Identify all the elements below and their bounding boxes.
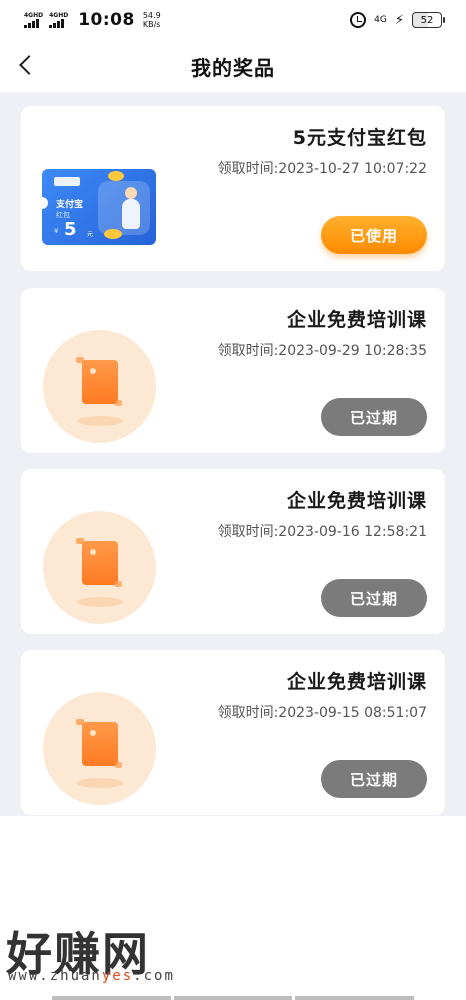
- book-shadow: [77, 597, 123, 607]
- back-arrow-icon[interactable]: [19, 55, 39, 75]
- status-left: 4GHD 4GHD 10:08 54.9 KB/s: [24, 10, 161, 30]
- prize-card[interactable]: 企业免费培训课 领取时间:2023-09-15 08:51:07 已过期: [21, 650, 445, 815]
- prize-title: 5元支付宝红包: [292, 127, 427, 149]
- watermark-url-a: www.zhuan: [8, 968, 102, 984]
- network-speed: 54.9 KB/s: [143, 11, 161, 29]
- prize-list: 支付宝 红包 ¥ 5 元 5元支付宝红包 领取时间:2023-10-27 10:…: [0, 92, 466, 816]
- speed-value: 54.9: [142, 11, 161, 20]
- book-tab-icon: [115, 581, 122, 587]
- prize-claim-time: 领取时间:2023-09-29 10:28:35: [217, 343, 427, 359]
- prize-title: 企业免费培训课: [286, 671, 427, 693]
- book-icon: [82, 541, 118, 585]
- prize-claim-time: 领取时间:2023-10-27 10:07:22: [217, 161, 427, 177]
- site-watermark: 好赚网 www.zhuanyes.com: [2, 918, 202, 988]
- course-book-image: [43, 511, 156, 624]
- expired-button[interactable]: 已过期: [321, 398, 427, 436]
- prize-card[interactable]: 支付宝 红包 ¥ 5 元 5元支付宝红包 领取时间:2023-10-27 10:…: [21, 106, 445, 271]
- course-book-image: [43, 330, 156, 443]
- watermark-url: www.zhuanyes.com: [8, 968, 175, 984]
- signal-label: 4GHD: [24, 12, 44, 19]
- coin-icon: [108, 171, 124, 181]
- expired-button[interactable]: 已过期: [321, 760, 427, 798]
- watermark-url-c: .com: [133, 968, 175, 984]
- clock-time: 10:08: [78, 10, 135, 30]
- book-tab-icon: [115, 762, 122, 768]
- book-icon: [82, 722, 118, 766]
- expired-button[interactable]: 已过期: [321, 579, 427, 617]
- book-tab-icon: [115, 400, 122, 406]
- app-header: 我的奖品: [0, 40, 466, 92]
- voucher-name: 支付宝: [56, 200, 84, 210]
- alipay-voucher-image: 支付宝 红包 ¥ 5 元: [42, 169, 156, 245]
- prize-card[interactable]: 企业免费培训课 领取时间:2023-09-16 12:58:21 已过期: [21, 469, 445, 634]
- prize-claim-time: 领取时间:2023-09-15 08:51:07: [217, 705, 427, 721]
- signal-icon: 4GHD: [49, 12, 68, 28]
- network-type: 4G: [374, 15, 387, 25]
- signal-label: 4GHD: [49, 12, 69, 19]
- voucher-yen: ¥: [54, 227, 59, 235]
- book-shadow: [77, 416, 123, 426]
- alarm-icon: [350, 12, 367, 28]
- signal-icon: 4GHD: [24, 12, 43, 28]
- voucher-unit: 元: [87, 231, 94, 238]
- charging-icon: ⚡: [394, 12, 404, 28]
- battery-level: 52: [420, 14, 434, 26]
- voucher-amount: 5: [64, 219, 77, 240]
- prize-claim-time: 领取时间:2023-09-16 12:58:21: [217, 524, 427, 540]
- person-head-icon: [125, 187, 137, 199]
- prize-title: 企业免费培训课: [286, 309, 427, 331]
- bottom-nav-indicator: [52, 996, 415, 1000]
- battery-icon: 52: [412, 12, 445, 28]
- status-right: 4G ⚡ 52: [350, 12, 445, 28]
- watermark-url-b: yes: [101, 968, 134, 984]
- speed-unit: KB/s: [142, 20, 161, 29]
- person-icon: [122, 199, 140, 229]
- used-button[interactable]: 已使用: [321, 216, 427, 254]
- book-icon: [82, 360, 118, 404]
- coin-icon: [104, 229, 122, 239]
- alipay-logo-icon: [54, 177, 80, 186]
- page-title: 我的奖品: [191, 55, 275, 80]
- prize-title: 企业免费培训课: [286, 490, 427, 512]
- course-book-image: [43, 692, 156, 805]
- prize-card[interactable]: 企业免费培训课 领取时间:2023-09-29 10:28:35 已过期: [21, 288, 445, 453]
- status-bar: 4GHD 4GHD 10:08 54.9 KB/s 4G ⚡ 52: [0, 0, 466, 40]
- book-shadow: [77, 778, 123, 788]
